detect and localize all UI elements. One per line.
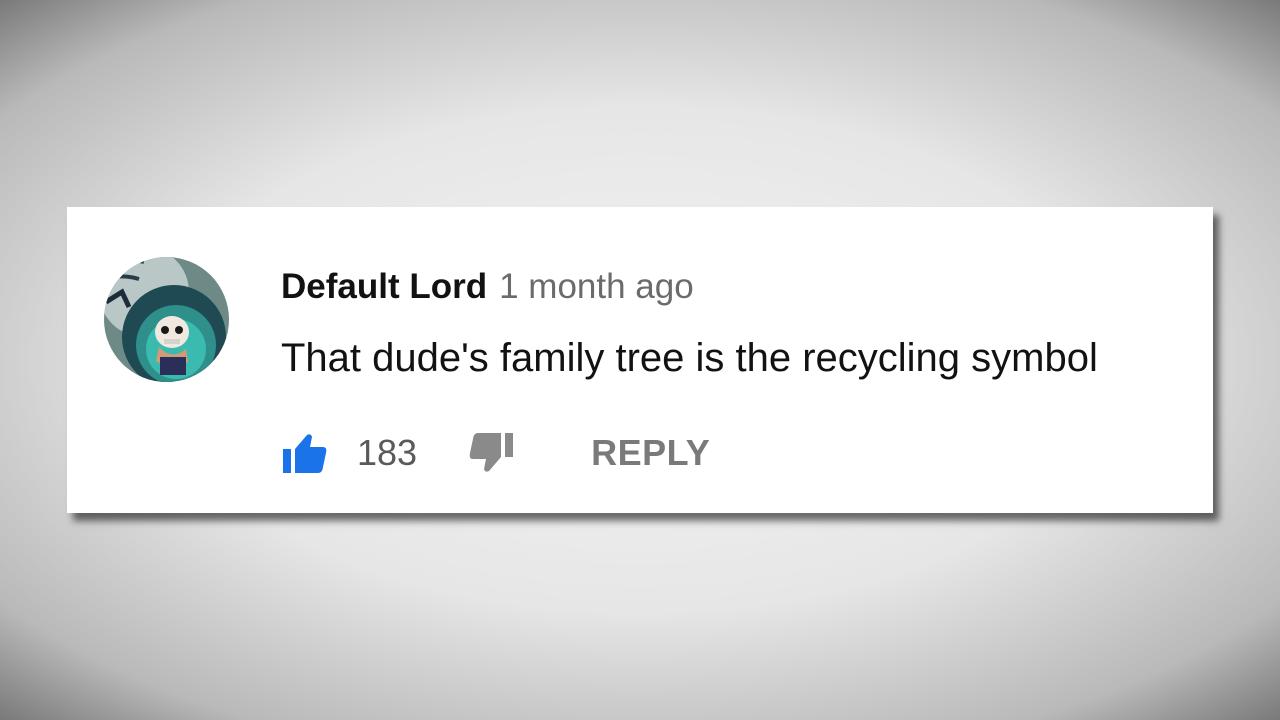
comment-card: Default Lord 1 month ago That dude's fami… xyxy=(67,207,1213,513)
reply-button[interactable]: REPLY xyxy=(591,432,710,474)
like-button[interactable]: 183 xyxy=(281,431,417,475)
comment-timestamp[interactable]: 1 month ago xyxy=(499,267,694,306)
comment-header: Default Lord 1 month ago xyxy=(281,267,694,307)
comment-actions: 183 REPLY xyxy=(281,429,710,477)
comment-text: That dude's family tree is the recycling… xyxy=(281,336,1098,380)
avatar-image xyxy=(104,257,229,382)
dislike-button[interactable] xyxy=(467,431,515,475)
thumbs-down-icon xyxy=(469,433,514,472)
author-name[interactable]: Default Lord xyxy=(281,267,487,306)
avatar[interactable] xyxy=(104,257,229,382)
thumbs-up-icon xyxy=(283,434,327,473)
like-count: 183 xyxy=(357,432,418,473)
